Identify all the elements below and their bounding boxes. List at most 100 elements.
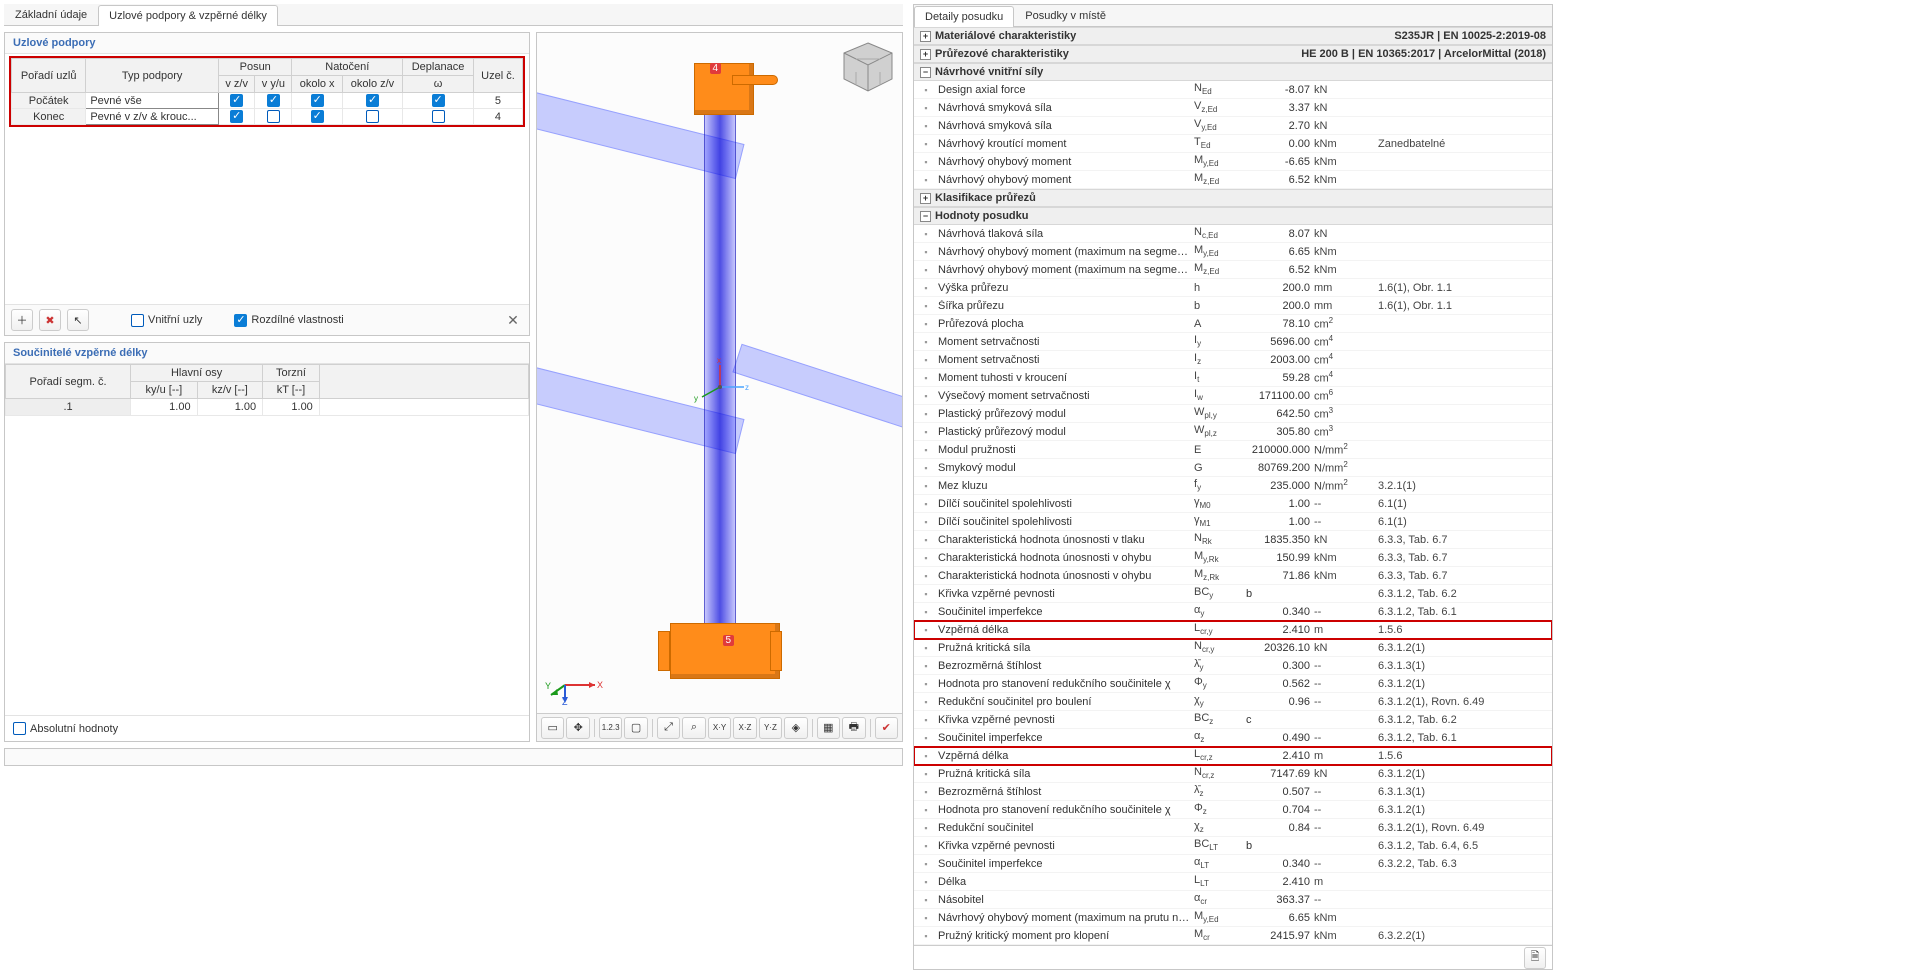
result-label: Design axial force <box>938 84 1194 96</box>
group-material[interactable]: + Materiálové charakteristiky S235JR | E… <box>914 27 1552 45</box>
group-check-values[interactable]: − Hodnoty posudku <box>914 207 1552 225</box>
support-checkbox[interactable] <box>230 94 243 107</box>
result-reference: 6.3.2.2, Tab. 6.3 <box>1378 858 1538 870</box>
nav-cube[interactable] <box>840 39 896 95</box>
absolute-values-checkbox[interactable]: Absolutní hodnoty <box>13 722 118 735</box>
result-unit: m <box>1314 750 1378 762</box>
support-checkbox[interactable] <box>366 94 379 107</box>
result-symbol: G <box>1194 462 1242 474</box>
tab-checks-at-point[interactable]: Posudky v místě <box>1014 5 1117 26</box>
result-reference: 6.3.1.2(1) <box>1378 642 1538 654</box>
result-unit: kNm <box>1314 912 1378 924</box>
support-type-cell[interactable]: Pevné v z/v & krouc... <box>86 109 219 125</box>
result-unit: kNm <box>1314 930 1378 942</box>
close-icon[interactable]: ✕ <box>503 310 523 330</box>
result-unit: cm2 <box>1314 316 1378 331</box>
expand-icon[interactable]: + <box>920 31 931 42</box>
result-label: Vzpěrná délka <box>938 750 1194 762</box>
result-reference: 6.3.2.2(1) <box>1378 930 1538 942</box>
result-unit: cm4 <box>1314 370 1378 385</box>
result-row: ▪Návrhový kroutící momentTEd0.00kNmZaned… <box>914 135 1552 153</box>
result-label: Hodnota pro stanovení redukčního součini… <box>938 678 1194 690</box>
vt-yz-icon[interactable]: Y·Z <box>759 717 782 739</box>
result-unit: kNm <box>1314 570 1378 582</box>
result-symbol: BCLT <box>1194 838 1242 852</box>
vt-xz-icon[interactable]: X·Z <box>733 717 756 739</box>
result-label: Výška průřezu <box>938 282 1194 294</box>
vt-grid-icon[interactable]: ▦ <box>817 717 840 739</box>
inner-nodes-checkbox[interactable]: Vnitřní uzly <box>131 314 202 327</box>
support-checkbox[interactable] <box>267 110 280 123</box>
result-symbol: Wpl,z <box>1194 424 1242 438</box>
result-label: Vzpěrná délka <box>938 624 1194 636</box>
group-section[interactable]: + Průřezové charakteristiky HE 200 B | E… <box>914 45 1552 63</box>
delete-row-button[interactable]: ✖ <box>39 309 61 331</box>
vt-check-icon[interactable]: ✔ <box>875 717 898 739</box>
result-symbol: αLT <box>1194 856 1242 870</box>
result-row: ▪Hodnota pro stanovení redukčního součin… <box>914 801 1552 819</box>
support-checkbox[interactable] <box>311 110 324 123</box>
result-label: Plastický průřezový modul <box>938 408 1194 420</box>
group-classification[interactable]: + Klasifikace průřezů <box>914 189 1552 207</box>
supports-row[interactable]: KonecPevné v z/v & krouc...4 <box>12 109 523 125</box>
support-checkbox[interactable] <box>432 110 445 123</box>
result-value: 2.70 <box>1242 120 1314 132</box>
vt-print-icon[interactable]: 🖶 <box>842 717 865 739</box>
collapse-icon[interactable]: − <box>920 67 931 78</box>
coeff-row[interactable]: .11.001.001.00 <box>6 399 529 416</box>
tab-check-details[interactable]: Detaily posudku <box>914 6 1014 27</box>
result-row: ▪Šířka průřezub200.0mm1.6(1), Obr. 1.1 <box>914 297 1552 315</box>
vt-zoomwin-icon[interactable]: ⌕ <box>682 717 705 739</box>
result-value: 150.99 <box>1242 552 1314 564</box>
result-symbol: Vy,Ed <box>1194 118 1242 132</box>
vt-123-icon[interactable]: 1.2.3 <box>599 717 622 739</box>
expand-icon[interactable]: + <box>920 49 931 60</box>
result-label: Pružný kritický moment pro klopení <box>938 930 1194 942</box>
result-row: ▪Návrhový ohybový moment (maximum na pru… <box>914 909 1552 927</box>
tab-nodal-supports[interactable]: Uzlové podpory & vzpěrné délky <box>98 5 278 26</box>
result-label: Moment setrvačnosti <box>938 336 1194 348</box>
result-unit: mm <box>1314 300 1378 312</box>
result-label: Hodnota pro stanovení redukčního součini… <box>938 804 1194 816</box>
expand-icon[interactable]: + <box>920 193 931 204</box>
coeff-pane: Součinitelé vzpěrné délky Pořadí segm. č… <box>4 342 530 742</box>
add-row-button[interactable]: ＋ <box>11 309 33 331</box>
vt-label-icon[interactable]: ▢ <box>624 717 647 739</box>
support-checkbox[interactable] <box>311 94 324 107</box>
pick-button[interactable]: ↖ <box>67 309 89 331</box>
different-properties-checkbox[interactable]: Rozdílné vlastnosti <box>234 314 343 327</box>
result-unit: -- <box>1314 516 1378 528</box>
support-type-cell[interactable]: Pevné vše <box>86 93 219 109</box>
vt-pan-icon[interactable]: ✥ <box>566 717 589 739</box>
result-value: 5696.00 <box>1242 336 1314 348</box>
result-label: Návrhový ohybový moment (maximum na segm… <box>938 246 1194 258</box>
supports-pane: Uzlové podpory Pořadí uzlů Typ podpory P… <box>4 32 530 336</box>
result-value: -8.07 <box>1242 84 1314 96</box>
result-label: Součinitel imperfekce <box>938 858 1194 870</box>
result-unit: kN <box>1314 642 1378 654</box>
collapse-icon[interactable]: − <box>920 211 931 222</box>
support-checkbox[interactable] <box>432 94 445 107</box>
support-checkbox[interactable] <box>230 110 243 123</box>
viewport-3d[interactable]: 4 5 z x y <box>536 32 903 742</box>
result-value: 59.28 <box>1242 372 1314 384</box>
vt-xy-icon[interactable]: X·Y <box>708 717 731 739</box>
result-unit: kN <box>1314 102 1378 114</box>
support-checkbox[interactable] <box>267 94 280 107</box>
result-label: Návrhový ohybový moment <box>938 174 1194 186</box>
result-value: b <box>1242 588 1314 600</box>
supports-row[interactable]: PočátekPevné vše5 <box>12 93 523 109</box>
support-checkbox[interactable] <box>366 110 379 123</box>
tab-basic-data[interactable]: Základní údaje <box>4 4 98 25</box>
result-value: 642.50 <box>1242 408 1314 420</box>
result-unit: N/mm2 <box>1314 478 1378 493</box>
group-design-forces[interactable]: − Návrhové vnitřní síly <box>914 63 1552 81</box>
vt-select-icon[interactable]: ▭ <box>541 717 564 739</box>
result-label: Bezrozměrná štíhlost <box>938 786 1194 798</box>
result-value: 2415.97 <box>1242 930 1314 942</box>
export-icon[interactable]: 🗎 <box>1524 947 1546 969</box>
result-symbol: My,Ed <box>1194 910 1242 924</box>
vt-zoomfit-icon[interactable]: ⤢ <box>657 717 680 739</box>
vt-iso-icon[interactable]: ◈ <box>784 717 807 739</box>
result-row: ▪Charakteristická hodnota únosnosti v tl… <box>914 531 1552 549</box>
